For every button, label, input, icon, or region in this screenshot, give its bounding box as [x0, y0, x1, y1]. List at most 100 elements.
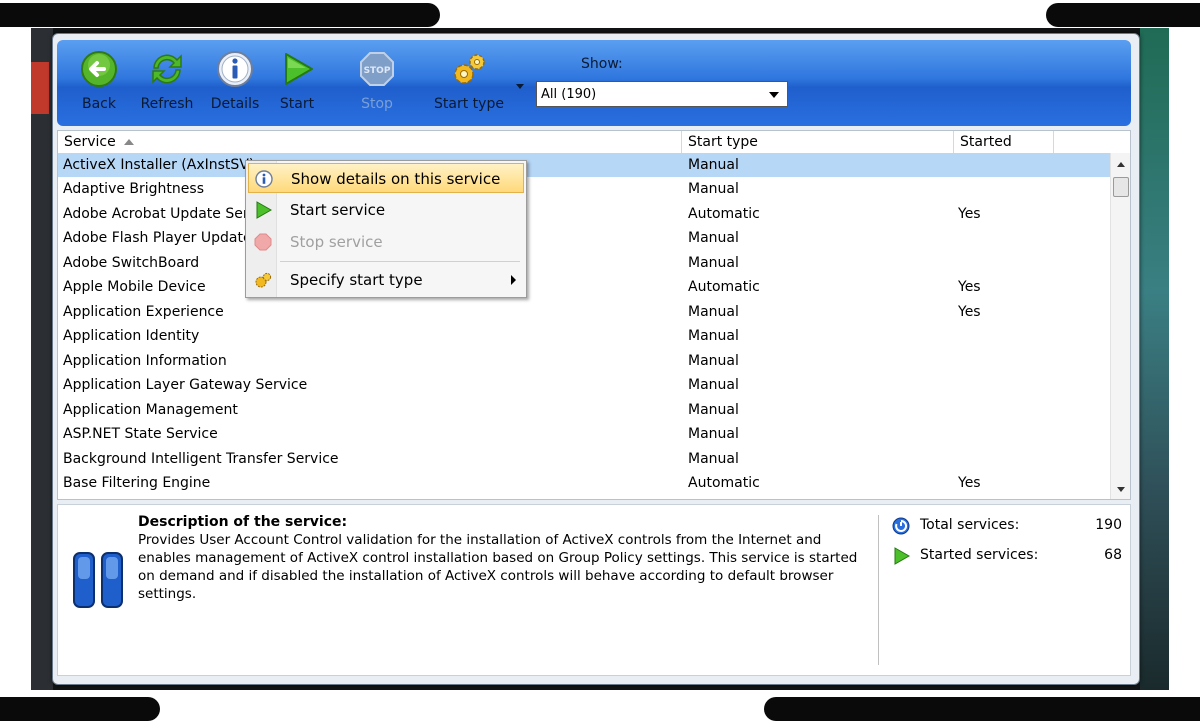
start-button[interactable]: Start — [275, 50, 319, 122]
cell-started: Yes — [958, 206, 981, 222]
start-label: Start — [279, 96, 315, 112]
stop-button[interactable]: STOP Stop — [355, 50, 399, 122]
table-row[interactable]: Apple Mobile Device Automatic Yes — [58, 275, 1110, 299]
stop-icon: STOP — [358, 50, 396, 88]
list-header: Service Start type Started — [58, 131, 1110, 154]
services-window: Back Refresh Details Start STOP Stop Sta… — [52, 33, 1140, 685]
cell-start-type: Manual — [688, 377, 739, 393]
menu-item-start-service[interactable]: Start service — [248, 195, 524, 225]
cell-service: Adaptive Brightness — [63, 181, 204, 197]
total-services-icon — [892, 517, 910, 535]
cell-service: Adobe Flash Player Update — [63, 230, 252, 246]
scrollbar-thumb[interactable] — [1113, 177, 1129, 197]
table-row[interactable]: Adobe SwitchBoard Manual — [58, 251, 1110, 275]
arrow-left-icon — [80, 50, 118, 88]
cell-start-type: Manual — [688, 157, 739, 173]
cell-service: Application Experience — [63, 304, 224, 320]
play-icon — [278, 50, 316, 88]
start-type-dropdown-arrow-icon[interactable] — [516, 84, 524, 89]
gears-icon — [450, 50, 488, 88]
table-row[interactable]: Application Layer Gateway Service Manual — [58, 373, 1110, 397]
menu-item-stop-service[interactable]: Stop service — [248, 227, 524, 257]
table-row[interactable]: Application Management Manual — [58, 398, 1110, 422]
svg-text:STOP: STOP — [364, 66, 391, 76]
menu-item-show-details[interactable]: Show details on this service — [248, 163, 524, 193]
chevron-right-icon — [511, 275, 516, 285]
refresh-button[interactable]: Refresh — [137, 50, 197, 122]
play-icon — [892, 547, 911, 565]
column-header-start-type[interactable]: Start type — [682, 131, 954, 153]
cell-service: Application Identity — [63, 328, 200, 344]
cell-start-type: Manual — [688, 304, 739, 320]
details-label: Details — [210, 96, 260, 112]
frame-decoration — [764, 697, 1200, 721]
column-header-service[interactable]: Service — [58, 131, 682, 153]
cell-start-type: Automatic — [688, 475, 760, 491]
cell-service: Application Information — [63, 353, 227, 369]
chevron-down-icon — [769, 92, 779, 98]
column-header-started[interactable]: Started — [954, 131, 1054, 153]
pause-icon — [72, 551, 124, 609]
table-row[interactable]: ActiveX Installer (AxInstSV) Manual — [58, 153, 1110, 177]
menu-item-specify-start-type-label: Specify start type — [290, 271, 423, 289]
table-row[interactable]: Application Experience Manual Yes — [58, 300, 1110, 324]
services-list: Service Start type Started ActiveX Insta… — [57, 130, 1131, 500]
table-row[interactable]: ASP.NET State Service Manual — [58, 422, 1110, 446]
cell-start-type: Automatic — [688, 279, 760, 295]
started-services-value: 68 — [1104, 547, 1122, 563]
cell-service: Apple Mobile Device — [63, 279, 206, 295]
cell-service: Background Intelligent Transfer Service — [63, 451, 339, 467]
service-context-menu: Show details on this service Start servi… — [245, 160, 527, 298]
cell-start-type: Manual — [688, 353, 739, 369]
column-header-service-label: Service — [64, 134, 116, 150]
back-button[interactable]: Back — [73, 50, 125, 122]
scroll-up-icon[interactable] — [1117, 162, 1125, 167]
play-icon — [254, 201, 273, 219]
cell-service: Base Filtering Engine — [63, 475, 211, 491]
table-row[interactable]: Adobe Acrobat Update Serv Automatic Yes — [58, 202, 1110, 226]
table-row[interactable]: Application Information Manual — [58, 349, 1110, 373]
cell-start-type: Manual — [688, 181, 739, 197]
column-header-started-label: Started — [960, 134, 1012, 150]
info-icon — [216, 50, 254, 88]
cell-start-type: Manual — [688, 328, 739, 344]
description-text: Provides User Account Control validation… — [138, 532, 858, 602]
refresh-icon — [148, 50, 186, 88]
show-filter-select[interactable]: All (190) — [536, 81, 788, 107]
details-button[interactable]: Details — [207, 50, 263, 122]
scroll-down-icon[interactable] — [1117, 487, 1125, 492]
cell-start-type: Manual — [688, 255, 739, 271]
show-label: Show: — [581, 56, 623, 72]
info-icon — [255, 170, 273, 188]
menu-item-show-details-label: Show details on this service — [291, 170, 501, 188]
cell-service: Adobe Acrobat Update Serv — [63, 206, 257, 222]
start-type-label: Start type — [434, 96, 504, 112]
started-services-label: Started services: — [920, 547, 1039, 563]
cell-start-type: Manual — [688, 230, 739, 246]
cell-service: Adobe SwitchBoard — [63, 255, 200, 271]
gears-icon — [254, 271, 272, 289]
table-row[interactable]: Application Identity Manual — [58, 324, 1110, 348]
column-header-start-type-label: Start type — [688, 134, 758, 150]
frame-decoration — [0, 697, 160, 721]
cell-start-type: Manual — [688, 402, 739, 418]
cell-service: Application Management — [63, 402, 238, 418]
cell-started: Yes — [958, 279, 981, 295]
stop-label: Stop — [361, 96, 393, 112]
table-row[interactable]: Adobe Flash Player Update Manual — [58, 226, 1110, 250]
menu-item-specify-start-type[interactable]: Specify start type — [248, 265, 524, 295]
frame-decoration — [1046, 3, 1200, 27]
description-title: Description of the service: — [138, 514, 348, 530]
table-row[interactable]: Base Filtering Engine Automatic Yes — [58, 471, 1110, 495]
sort-ascending-icon — [123, 139, 134, 145]
cell-service: ASP.NET State Service — [63, 426, 218, 442]
start-type-button[interactable]: Start type — [431, 50, 507, 122]
menu-separator — [280, 261, 520, 262]
table-row[interactable]: Background Intelligent Transfer Service M… — [58, 447, 1110, 471]
table-row[interactable]: Adaptive Brightness Manual — [58, 177, 1110, 201]
cell-service: ActiveX Installer (AxInstSV) — [63, 157, 255, 173]
vertical-scrollbar[interactable] — [1110, 153, 1130, 499]
panel-divider — [878, 515, 879, 665]
stop-icon — [254, 233, 272, 251]
total-services-label: Total services: — [920, 517, 1020, 533]
